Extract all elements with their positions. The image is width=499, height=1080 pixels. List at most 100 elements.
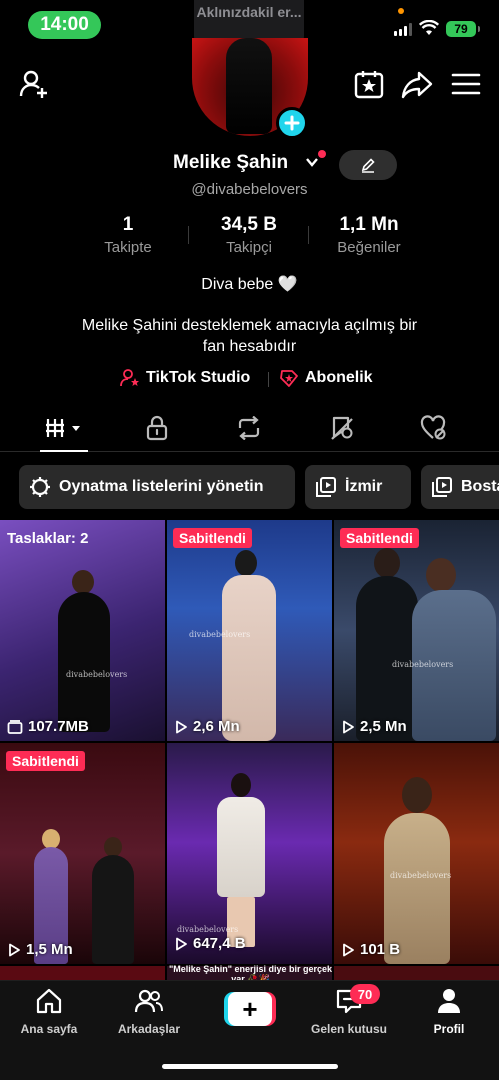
nav-home[interactable]: Ana sayfa [4, 987, 94, 1036]
tab-videos[interactable] [44, 414, 84, 442]
playlist-icon [316, 477, 336, 497]
create-button[interactable]: + [224, 992, 276, 1026]
active-tab-indicator [40, 450, 88, 452]
bio-text: Melike Şahini desteklemek amacıyla açılm… [0, 315, 499, 357]
profile-icon [438, 989, 460, 1013]
gear-icon [30, 477, 50, 497]
playlist-bar: Oynatma listelerini yönetin İzmir Bostan [0, 465, 499, 509]
signal-icon [394, 23, 412, 36]
menu-icon[interactable] [450, 68, 482, 100]
manage-playlists-button[interactable]: Oynatma listelerini yönetin [19, 465, 295, 509]
play-icon [176, 937, 187, 950]
subscription-link[interactable]: Abonelik [279, 368, 373, 388]
playlist-izmir[interactable]: İzmir [305, 465, 411, 509]
likes-label: Beğeniler [337, 239, 401, 256]
tiktok-studio-link[interactable]: TikTok Studio [120, 368, 250, 388]
play-icon [343, 943, 354, 956]
tab-favorites[interactable] [322, 414, 362, 442]
chevron-down-icon[interactable] [305, 156, 319, 168]
profile-name[interactable]: Melike Şahin [173, 152, 288, 174]
nav-profile-label: Profil [433, 1022, 465, 1036]
view-count: 647,4 B [193, 935, 246, 952]
nav-friends-label: Arkadaşlar [117, 1022, 181, 1036]
play-icon [9, 943, 20, 956]
view-count: 2,5 Mn [360, 718, 407, 735]
pinned-badge: Sabitlendi [6, 751, 85, 771]
home-icon [36, 988, 62, 1014]
create-icon: + [228, 992, 272, 1026]
playlist-icon [432, 477, 452, 497]
followers-count: 34,5 B [221, 214, 277, 235]
video-tile[interactable]: Sabitlendi 1,5 Mn [0, 743, 165, 964]
add-story-button[interactable] [276, 107, 308, 139]
followers-label: Takipçi [226, 239, 272, 256]
watermark: divabebelovers [189, 630, 251, 639]
bio-line-2: fan hesabıdır [202, 338, 297, 355]
likes-stat[interactable]: 1,1 Mn Beğeniler [324, 214, 414, 256]
pinned-badge: Sabitlendi [173, 528, 252, 548]
plus-icon [284, 115, 300, 131]
video-tile[interactable]: divabebelovers 647,4 B [167, 743, 332, 964]
videos-grid-icon [46, 419, 80, 437]
star-calendar-icon[interactable] [353, 68, 385, 100]
watermark: divabebelovers [390, 871, 452, 880]
drafts-tile[interactable]: divabebelovers Taslaklar: 2 107.7MB [0, 520, 165, 741]
profile-handle: @divabebelovers [191, 181, 308, 198]
nav-inbox-label: Gelen kutusu [310, 1022, 387, 1036]
battery-indicator: 79 [446, 21, 480, 37]
status-time[interactable]: 14:00 [28, 11, 101, 39]
repost-icon [238, 416, 260, 440]
friends-icon [134, 989, 163, 1013]
followers-stat[interactable]: 34,5 B Takipçi [204, 214, 294, 256]
tab-liked[interactable] [414, 414, 454, 442]
video-views: 1,5 Mn [7, 941, 73, 958]
nav-inbox[interactable]: Gelen kutusu [304, 987, 394, 1036]
video-tile[interactable]: divabebelovers Sabitlendi 2,6 Mn [167, 520, 332, 741]
pencil-icon [361, 158, 375, 173]
play-icon [343, 720, 354, 733]
inbox-badge: 70 [350, 984, 380, 1004]
bio-line-1: Melike Şahini desteklemek amacıyla açılm… [81, 317, 418, 334]
manage-playlists-label: Oynatma listelerini yönetin [59, 478, 264, 495]
bio-title: Diva bebe 🤍 [201, 276, 298, 293]
video-views: 2,6 Mn [174, 718, 240, 735]
lock-icon [146, 415, 168, 441]
name-row: Melike Şahin [0, 150, 499, 180]
video-tile[interactable] [334, 966, 499, 980]
nav-profile[interactable]: Profil [404, 987, 494, 1036]
home-indicator[interactable] [162, 1064, 338, 1069]
pinned-badge: Sabitlendi [340, 528, 419, 548]
watermark: divabebelovers [66, 670, 128, 679]
share-icon[interactable] [401, 68, 433, 100]
playlist-izmir-label: İzmir [345, 478, 383, 495]
video-views: 2,5 Mn [341, 718, 407, 735]
video-views: 647,4 B [174, 935, 246, 952]
following-count: 1 [122, 214, 134, 235]
tab-reposts[interactable] [229, 414, 269, 442]
drafts-icon [7, 719, 23, 734]
drafts-size: 107.7MB [28, 718, 89, 735]
subscription-label: Abonelik [305, 369, 373, 386]
watermark: divabebelovers [177, 925, 239, 934]
nav-friends[interactable]: Arkadaşlar [104, 987, 194, 1036]
playlist-bostan-label: Bostan [461, 478, 499, 495]
video-tile[interactable]: divabebelovers Sabitlendi 2,5 Mn [334, 520, 499, 741]
following-stat[interactable]: 1 Takipte [88, 214, 168, 256]
following-label: Takipte [104, 239, 152, 256]
view-count: 2,6 Mn [193, 718, 240, 735]
video-views: 107.7MB [7, 718, 89, 735]
bookmark-hidden-icon [331, 416, 353, 440]
notification-dot [318, 150, 326, 158]
tab-private[interactable] [137, 414, 177, 442]
tiktok-studio-label: TikTok Studio [146, 369, 251, 386]
playlist-bostan[interactable]: Bostan [421, 465, 499, 509]
video-tile[interactable]: divabebelovers 101 B [334, 743, 499, 964]
likes-count: 1,1 Mn [339, 214, 399, 235]
add-user-icon[interactable] [18, 68, 50, 100]
video-tile[interactable] [0, 966, 165, 980]
edit-profile-button[interactable] [339, 150, 397, 180]
wifi-icon [419, 20, 439, 35]
drafts-label: Taslaklar: 2 [7, 530, 89, 547]
heart-hidden-icon [420, 415, 446, 440]
watermark: divabebelovers [392, 660, 454, 669]
